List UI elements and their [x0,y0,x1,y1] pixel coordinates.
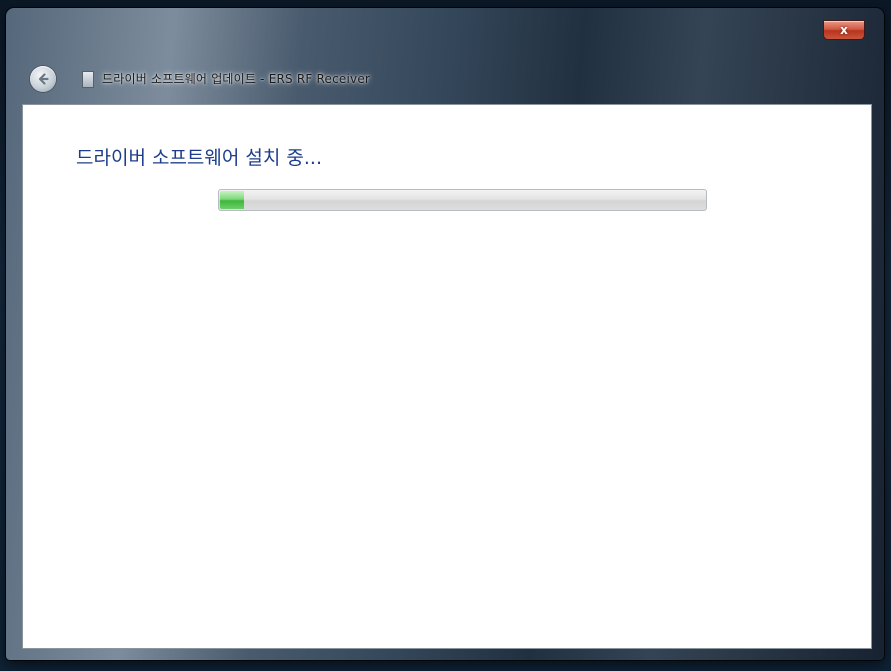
close-button[interactable]: x [824,21,864,39]
back-arrow-icon [38,73,49,85]
window-title: 드라이버 소프트웨어 업데이트 - ERS RF Receiver [102,72,371,86]
title-bar[interactable]: 드라이버 소프트웨어 업데이트 - ERS RF Receiver x [6,8,884,108]
device-icon [82,71,94,88]
install-progress-bar [218,189,707,211]
back-button[interactable] [30,66,56,92]
progress-fill [220,191,245,209]
close-icon: x [840,23,848,37]
content-area: 드라이버 소프트웨어 설치 중... [22,104,872,649]
page-heading: 드라이버 소프트웨어 설치 중... [76,147,322,169]
driver-update-window: 드라이버 소프트웨어 업데이트 - ERS RF Receiver x 드라이버… [6,8,884,660]
